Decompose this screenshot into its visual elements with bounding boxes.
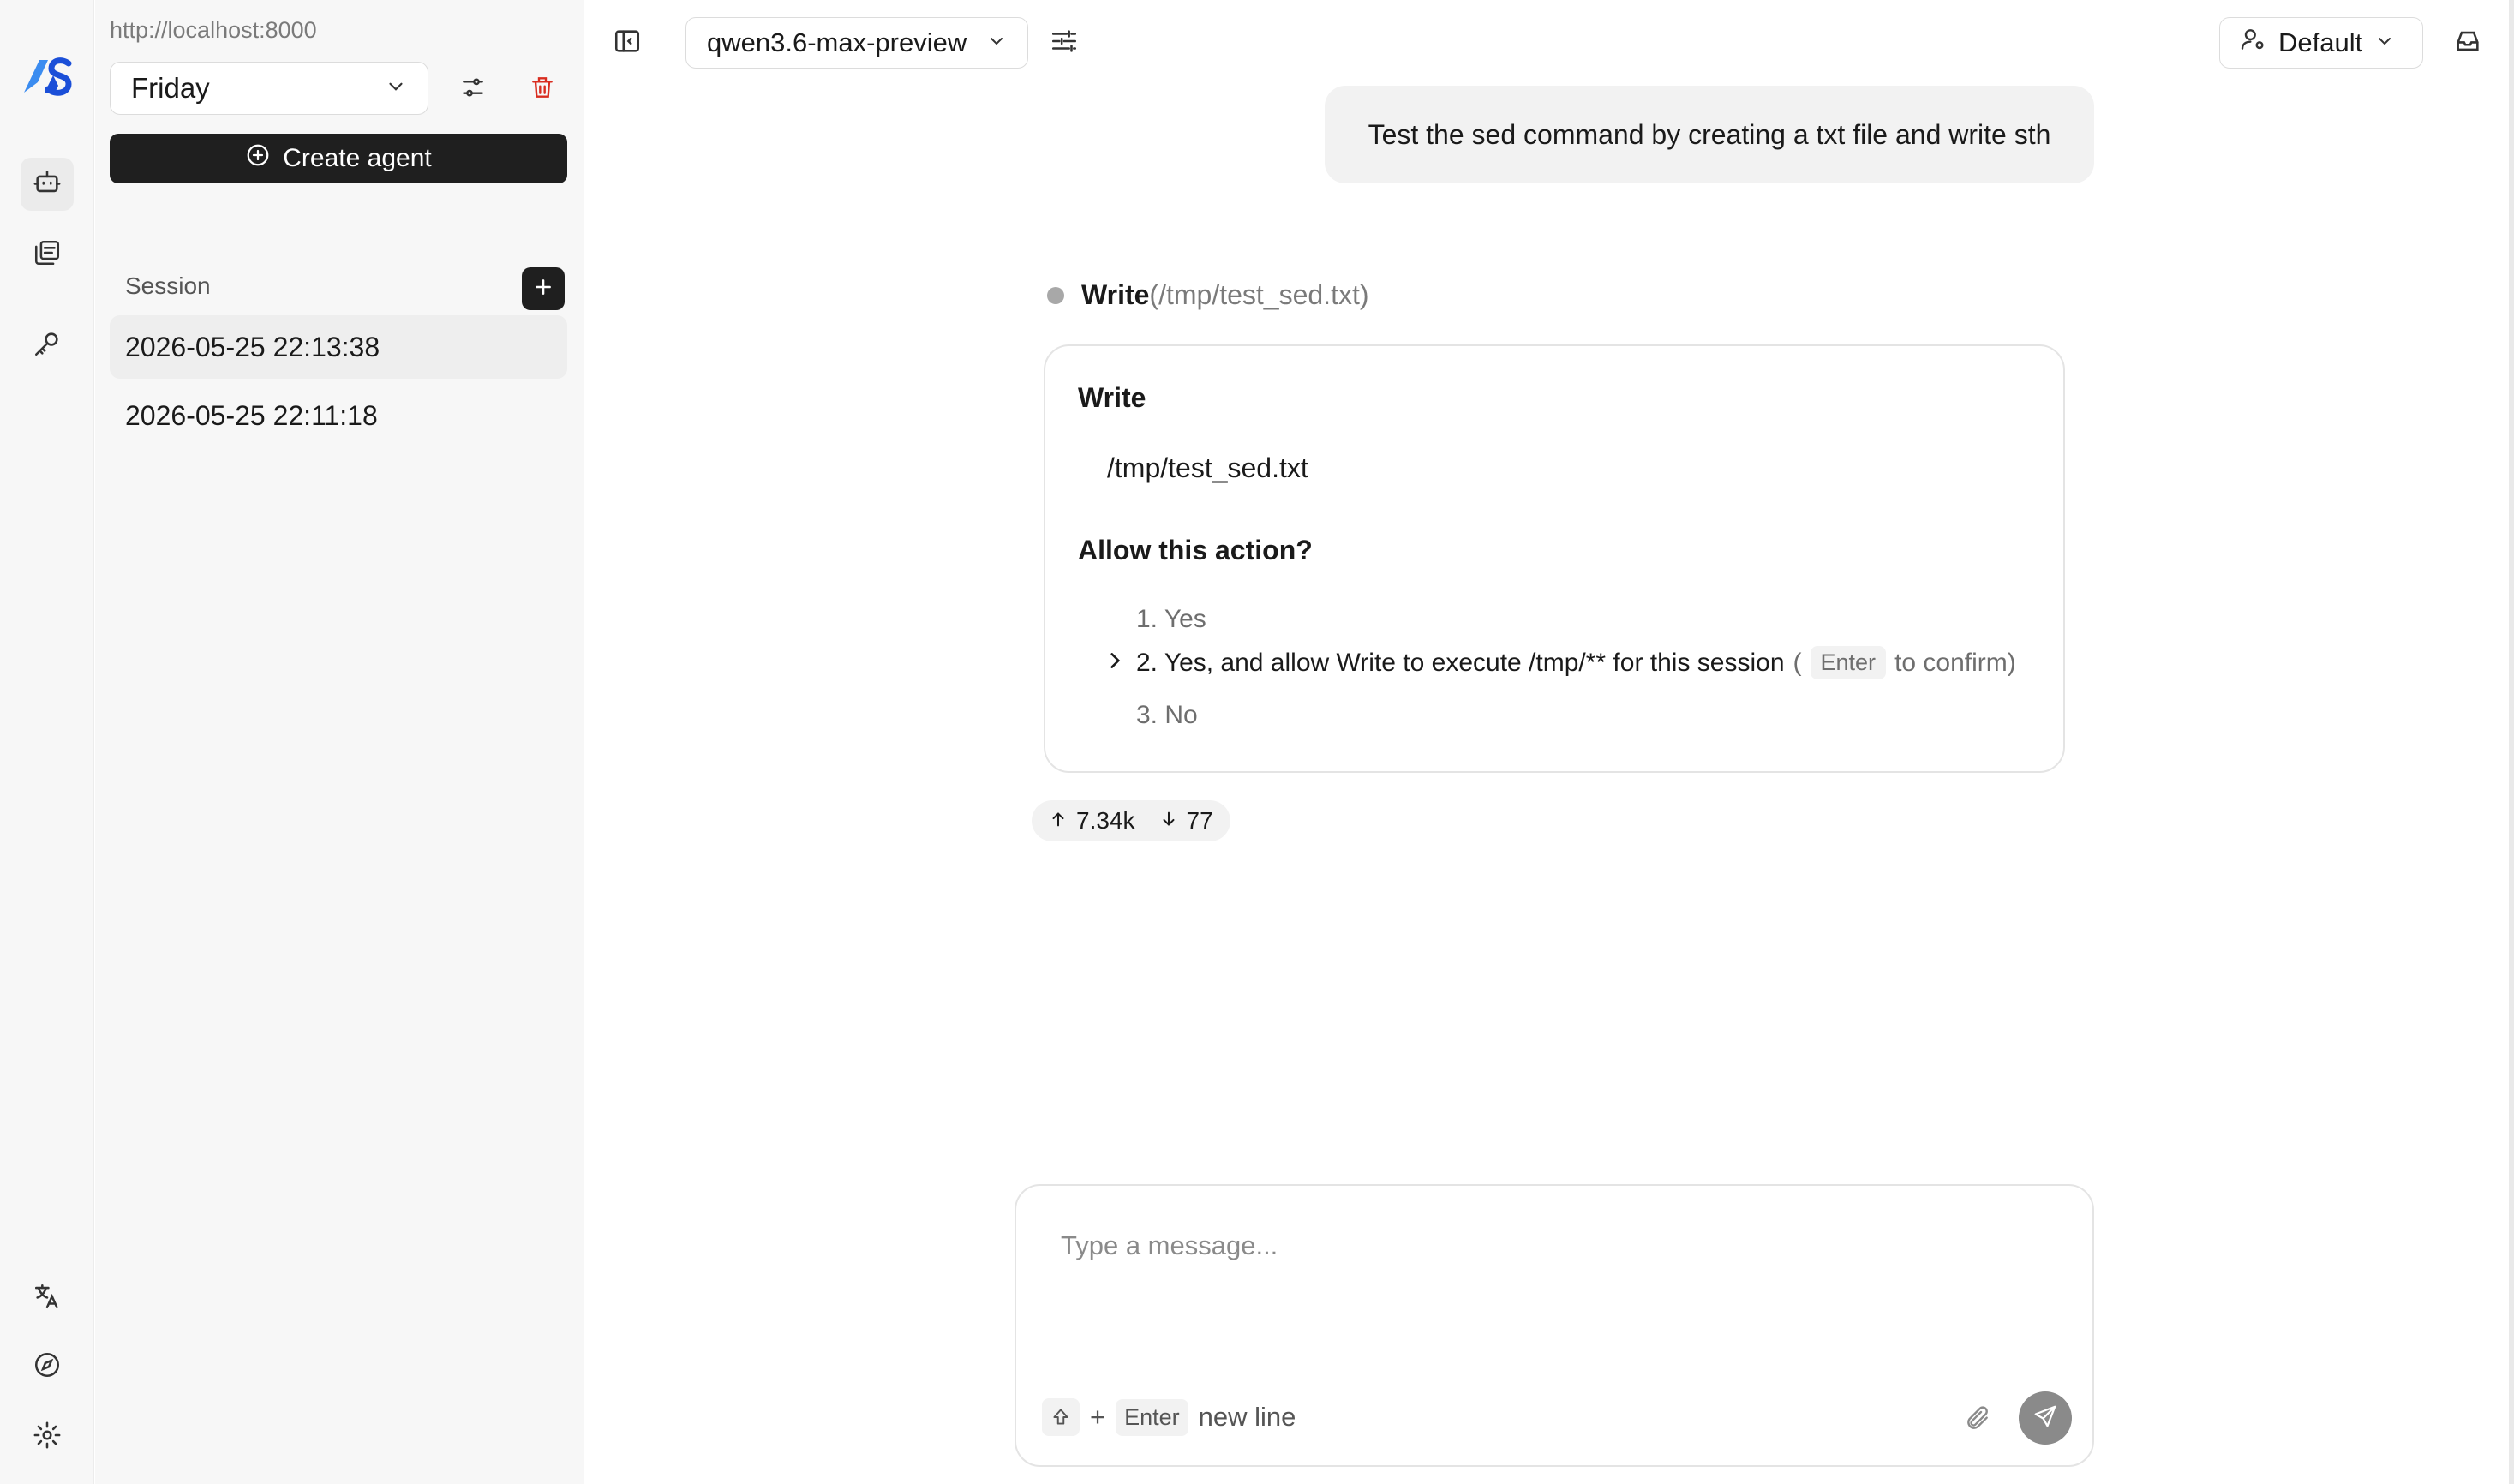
window-edge [2509, 0, 2514, 1484]
confirm-hint-open: ( [1793, 648, 1802, 677]
sidebar: http://localhost:8000 Friday Create agen… [95, 0, 584, 1484]
permission-card: Write /tmp/test_sed.txt Allow this actio… [1044, 344, 2065, 773]
create-agent-label: Create agent [283, 144, 432, 172]
tool-call-header[interactable]: Write (/tmp/test_sed.txt) [1047, 279, 1369, 311]
option-label: 2. Yes, and allow Write to execute /tmp/… [1136, 648, 1785, 677]
permission-path: /tmp/test_sed.txt [1107, 452, 1308, 483]
plus-text: + [1090, 1402, 1106, 1432]
translate-icon [33, 1282, 62, 1315]
app-logo [19, 48, 77, 106]
permission-question: Allow this action? [1078, 535, 1313, 565]
arrow-up-icon [1049, 807, 1068, 835]
compass-icon [33, 1350, 62, 1384]
sidebar-collapse-icon [613, 27, 642, 60]
chevron-down-icon [2374, 27, 2395, 58]
agent-icon [33, 168, 62, 201]
projects-icon [33, 238, 62, 272]
send-icon [2032, 1403, 2058, 1433]
new-session-button[interactable] [522, 267, 565, 310]
delete-agent-button[interactable] [518, 65, 566, 113]
session-item[interactable]: 2026-05-25 22:11:18 [110, 384, 567, 447]
keys-nav[interactable] [21, 319, 74, 372]
inbox-icon [2453, 27, 2482, 60]
create-agent-button[interactable]: Create agent [110, 134, 567, 183]
settings-nav[interactable] [21, 1410, 74, 1463]
output-tokens: 77 [1186, 807, 1213, 834]
option-label: 3. No [1136, 701, 1198, 729]
chevron-down-icon [385, 72, 407, 105]
toggle-sidebar-button[interactable] [603, 19, 651, 67]
server-url: http://localhost:8000 [110, 17, 317, 43]
attach-button[interactable] [1954, 1397, 2002, 1445]
tool-path: (/tmp/test_sed.txt) [1149, 279, 1369, 310]
agents-nav[interactable] [21, 158, 74, 211]
settings-icon [33, 1421, 62, 1454]
model-settings-button[interactable] [1040, 19, 1088, 67]
plus-circle-icon [245, 142, 271, 175]
language-nav[interactable] [21, 1272, 74, 1325]
chevron-right-icon [1102, 648, 1128, 673]
enter-key-hint: Enter [1116, 1398, 1188, 1436]
status-dot-icon [1047, 286, 1064, 304]
enter-key-hint: Enter [1810, 646, 1887, 679]
chevron-down-icon [986, 27, 1007, 58]
user-message-bubble: Test the sed command by creating a txt f… [1325, 86, 2094, 183]
permission-option-yes[interactable]: 1. Yes [1136, 605, 1206, 634]
input-tokens: 7.34k [1076, 807, 1135, 834]
token-usage-badge: 7.34k 77 [1032, 800, 1230, 841]
session-item[interactable]: 2026-05-25 22:13:38 [110, 315, 567, 379]
session-heading: Session [125, 272, 211, 299]
agent-settings-button[interactable] [449, 65, 497, 113]
tool-name: Write [1081, 279, 1150, 310]
model-select[interactable]: qwen3.6-max-preview [685, 17, 1028, 69]
inbox-button[interactable] [2444, 19, 2492, 67]
session-item-label: 2026-05-25 22:13:38 [125, 331, 380, 362]
permission-option-yes-allow-session[interactable]: 2. Yes, and allow Write to execute /tmp/… [1136, 646, 2016, 679]
confirm-hint-close: to confirm) [1894, 648, 2016, 677]
user-message-text: Test the sed command by creating a txt f… [1368, 118, 2051, 150]
send-button[interactable] [2019, 1391, 2072, 1445]
paperclip-icon [1964, 1405, 1991, 1437]
profile-select[interactable]: Default [2219, 17, 2423, 69]
agent-select[interactable]: Friday [110, 62, 428, 115]
user-gear-icon [2239, 26, 2266, 60]
permission-option-no[interactable]: 3. No [1136, 701, 1198, 730]
sliders-icon [459, 74, 487, 105]
icon-rail [0, 0, 94, 1484]
option-label: 1. Yes [1136, 605, 1206, 633]
newline-label: new line [1198, 1402, 1296, 1432]
message-input[interactable] [1061, 1230, 1918, 1261]
newline-hint: + Enter new line [1042, 1398, 1296, 1436]
session-item-label: 2026-05-25 22:11:18 [125, 399, 378, 431]
profile-select-value: Default [2278, 27, 2363, 57]
key-icon [33, 329, 62, 362]
permission-title: Write [1078, 382, 1146, 413]
message-composer: + Enter new line [1015, 1184, 2094, 1467]
trash-icon [529, 74, 556, 105]
plus-icon [532, 276, 554, 302]
model-select-value: qwen3.6-max-preview [707, 27, 967, 57]
agent-select-value: Friday [131, 72, 210, 104]
shift-key-icon [1042, 1398, 1080, 1436]
explore-nav[interactable] [21, 1340, 74, 1393]
projects-nav[interactable] [21, 228, 74, 281]
sliders-icon [1050, 27, 1079, 60]
arrow-down-icon [1159, 807, 1178, 835]
